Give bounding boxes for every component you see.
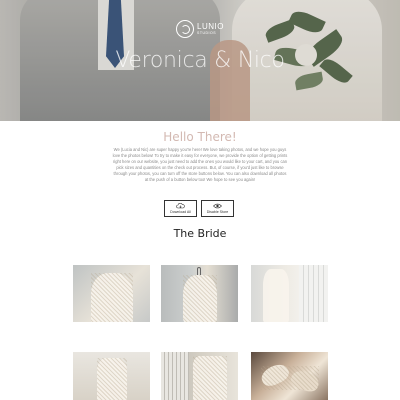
- intro-text: We (Lucia and Nic) are super happy you'r…: [112, 147, 288, 182]
- logo-subtitle: STUDIOS: [197, 31, 217, 35]
- download-all-button[interactable]: Download All: [164, 200, 197, 217]
- gallery-photo[interactable]: [161, 265, 238, 322]
- disable-store-button[interactable]: Disable Store: [201, 200, 234, 217]
- eye-icon: [213, 203, 222, 209]
- logo-icon: [176, 20, 194, 38]
- gallery-photo[interactable]: [161, 352, 238, 400]
- gallery-photo[interactable]: [251, 352, 328, 400]
- download-all-label: Download All: [170, 210, 191, 214]
- cloud-download-icon: [176, 203, 185, 209]
- disable-store-label: Disable Store: [206, 210, 229, 214]
- gallery-photo[interactable]: [251, 265, 328, 322]
- studio-logo[interactable]: LUNIO STUDIOS: [176, 20, 224, 38]
- gallery-title: Veronica & Nico: [115, 48, 285, 73]
- hero-banner: LUNIO STUDIOS Veronica & Nico: [0, 0, 400, 121]
- intro-heading: Hello There!: [163, 130, 237, 144]
- gallery-photo[interactable]: [73, 352, 150, 400]
- gallery-photo[interactable]: [73, 265, 150, 322]
- section-title: The Bride: [173, 227, 227, 240]
- logo-name: LUNIO: [197, 22, 224, 31]
- gallery-actions: Download All Disable Store: [164, 200, 234, 217]
